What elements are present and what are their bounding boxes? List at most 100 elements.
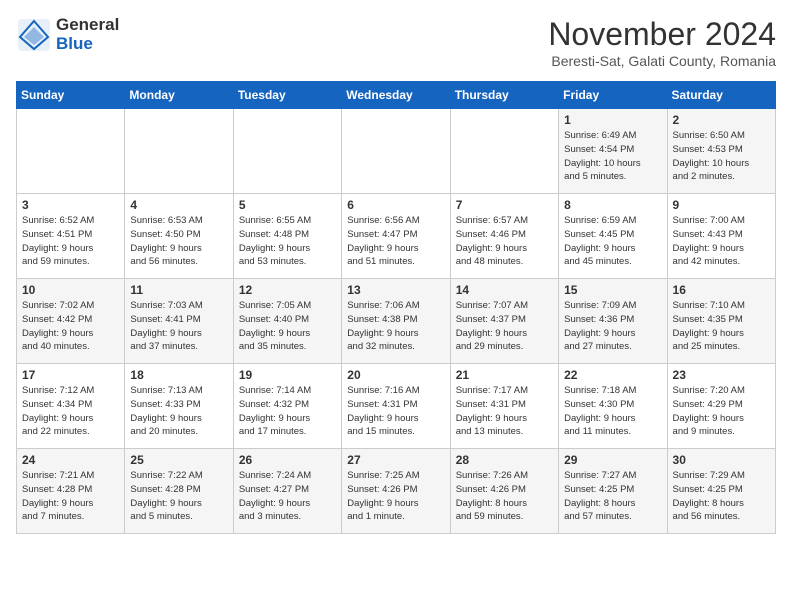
calendar-cell: 7 Sunrise: 6:57 AM Sunset: 4:46 PM Daylig… xyxy=(450,194,558,279)
calendar-cell: 21 Sunrise: 7:17 AM Sunset: 4:31 PM Dayli… xyxy=(450,364,558,449)
day-number: 11 xyxy=(130,283,227,297)
calendar-cell: 27 Sunrise: 7:25 AM Sunset: 4:26 PM Dayli… xyxy=(342,449,450,534)
calendar-header-row: SundayMondayTuesdayWednesdayThursdayFrid… xyxy=(17,82,776,109)
day-info: Sunrise: 7:17 AM Sunset: 4:31 PM Dayligh… xyxy=(456,384,553,439)
calendar-cell: 20Sunrise: 7:16 AM Sunset: 4:31 PM Dayli… xyxy=(342,364,450,449)
day-info: Sunrise: 7:22 AM Sunset: 4:28 PM Dayligh… xyxy=(130,469,227,524)
day-info: Sunrise: 7:07 AM Sunset: 4:37 PM Dayligh… xyxy=(456,299,553,354)
day-number: 17 xyxy=(22,368,119,382)
location-subtitle: Beresti-Sat, Galati County, Romania xyxy=(548,53,776,69)
calendar-day-header: Sunday xyxy=(17,82,125,109)
calendar-cell: 5Sunrise: 6:55 AM Sunset: 4:48 PM Daylig… xyxy=(233,194,341,279)
calendar-cell xyxy=(450,109,558,194)
calendar-cell: 1 Sunrise: 6:49 AM Sunset: 4:54 PM Daylig… xyxy=(559,109,667,194)
day-info: Sunrise: 6:56 AM Sunset: 4:47 PM Dayligh… xyxy=(347,214,444,269)
calendar-cell: 8 Sunrise: 6:59 AM Sunset: 4:45 PM Daylig… xyxy=(559,194,667,279)
day-number: 24 xyxy=(22,453,119,467)
day-number: 3 xyxy=(22,198,119,212)
day-number: 21 xyxy=(456,368,553,382)
day-info: Sunrise: 6:59 AM Sunset: 4:45 PM Dayligh… xyxy=(564,214,661,269)
day-number: 12 xyxy=(239,283,336,297)
calendar-cell: 24 Sunrise: 7:21 AM Sunset: 4:28 PM Dayli… xyxy=(17,449,125,534)
calendar-cell xyxy=(342,109,450,194)
day-number: 13 xyxy=(347,283,444,297)
day-number: 30 xyxy=(673,453,770,467)
calendar-cell: 16Sunrise: 7:10 AM Sunset: 4:35 PM Dayli… xyxy=(667,279,775,364)
calendar-cell: 25 Sunrise: 7:22 AM Sunset: 4:28 PM Dayli… xyxy=(125,449,233,534)
day-info: Sunrise: 7:27 AM Sunset: 4:25 PM Dayligh… xyxy=(564,469,661,524)
day-info: Sunrise: 7:21 AM Sunset: 4:28 PM Dayligh… xyxy=(22,469,119,524)
calendar-cell: 6 Sunrise: 6:56 AM Sunset: 4:47 PM Daylig… xyxy=(342,194,450,279)
day-info: Sunrise: 7:14 AM Sunset: 4:32 PM Dayligh… xyxy=(239,384,336,439)
day-info: Sunrise: 6:53 AM Sunset: 4:50 PM Dayligh… xyxy=(130,214,227,269)
day-number: 25 xyxy=(130,453,227,467)
calendar-cell xyxy=(233,109,341,194)
day-info: Sunrise: 7:18 AM Sunset: 4:30 PM Dayligh… xyxy=(564,384,661,439)
calendar-cell: 23 Sunrise: 7:20 AM Sunset: 4:29 PM Dayli… xyxy=(667,364,775,449)
day-info: Sunrise: 7:26 AM Sunset: 4:26 PM Dayligh… xyxy=(456,469,553,524)
title-area: November 2024 Beresti-Sat, Galati County… xyxy=(548,16,776,69)
calendar-week-row: 3Sunrise: 6:52 AM Sunset: 4:51 PM Daylig… xyxy=(17,194,776,279)
header: General Blue November 2024 Beresti-Sat, … xyxy=(16,16,776,69)
day-info: Sunrise: 7:00 AM Sunset: 4:43 PM Dayligh… xyxy=(673,214,770,269)
calendar-week-row: 24 Sunrise: 7:21 AM Sunset: 4:28 PM Dayli… xyxy=(17,449,776,534)
calendar-cell: 22 Sunrise: 7:18 AM Sunset: 4:30 PM Dayli… xyxy=(559,364,667,449)
day-info: Sunrise: 7:16 AM Sunset: 4:31 PM Dayligh… xyxy=(347,384,444,439)
day-info: Sunrise: 7:25 AM Sunset: 4:26 PM Dayligh… xyxy=(347,469,444,524)
calendar-cell: 3Sunrise: 6:52 AM Sunset: 4:51 PM Daylig… xyxy=(17,194,125,279)
calendar-cell xyxy=(125,109,233,194)
calendar-week-row: 1 Sunrise: 6:49 AM Sunset: 4:54 PM Daylig… xyxy=(17,109,776,194)
day-number: 4 xyxy=(130,198,227,212)
day-number: 6 xyxy=(347,198,444,212)
day-info: Sunrise: 7:24 AM Sunset: 4:27 PM Dayligh… xyxy=(239,469,336,524)
calendar-cell: 10 Sunrise: 7:02 AM Sunset: 4:42 PM Dayli… xyxy=(17,279,125,364)
day-info: Sunrise: 7:20 AM Sunset: 4:29 PM Dayligh… xyxy=(673,384,770,439)
logo-icon xyxy=(16,17,52,53)
day-info: Sunrise: 7:12 AM Sunset: 4:34 PM Dayligh… xyxy=(22,384,119,439)
day-number: 22 xyxy=(564,368,661,382)
day-info: Sunrise: 7:02 AM Sunset: 4:42 PM Dayligh… xyxy=(22,299,119,354)
day-number: 7 xyxy=(456,198,553,212)
day-info: Sunrise: 7:06 AM Sunset: 4:38 PM Dayligh… xyxy=(347,299,444,354)
calendar-day-header: Saturday xyxy=(667,82,775,109)
calendar-day-header: Thursday xyxy=(450,82,558,109)
day-number: 8 xyxy=(564,198,661,212)
calendar-table: SundayMondayTuesdayWednesdayThursdayFrid… xyxy=(16,81,776,534)
calendar-cell: 19 Sunrise: 7:14 AM Sunset: 4:32 PM Dayli… xyxy=(233,364,341,449)
logo: General Blue xyxy=(16,16,119,53)
day-info: Sunrise: 6:49 AM Sunset: 4:54 PM Dayligh… xyxy=(564,129,661,184)
calendar-cell: 28 Sunrise: 7:26 AM Sunset: 4:26 PM Dayli… xyxy=(450,449,558,534)
calendar-cell: 11 Sunrise: 7:03 AM Sunset: 4:41 PM Dayli… xyxy=(125,279,233,364)
calendar-cell xyxy=(17,109,125,194)
calendar-cell: 17 Sunrise: 7:12 AM Sunset: 4:34 PM Dayli… xyxy=(17,364,125,449)
calendar-day-header: Tuesday xyxy=(233,82,341,109)
day-number: 28 xyxy=(456,453,553,467)
logo-general: General xyxy=(56,16,119,35)
day-number: 1 xyxy=(564,113,661,127)
day-number: 15 xyxy=(564,283,661,297)
day-number: 14 xyxy=(456,283,553,297)
day-number: 23 xyxy=(673,368,770,382)
day-number: 5 xyxy=(239,198,336,212)
calendar-day-header: Friday xyxy=(559,82,667,109)
day-info: Sunrise: 6:57 AM Sunset: 4:46 PM Dayligh… xyxy=(456,214,553,269)
calendar-week-row: 17 Sunrise: 7:12 AM Sunset: 4:34 PM Dayli… xyxy=(17,364,776,449)
calendar-cell: 4 Sunrise: 6:53 AM Sunset: 4:50 PM Daylig… xyxy=(125,194,233,279)
day-info: Sunrise: 7:29 AM Sunset: 4:25 PM Dayligh… xyxy=(673,469,770,524)
calendar-week-row: 10 Sunrise: 7:02 AM Sunset: 4:42 PM Dayli… xyxy=(17,279,776,364)
calendar-cell: 2Sunrise: 6:50 AM Sunset: 4:53 PM Daylig… xyxy=(667,109,775,194)
calendar-cell: 15Sunrise: 7:09 AM Sunset: 4:36 PM Dayli… xyxy=(559,279,667,364)
day-info: Sunrise: 7:05 AM Sunset: 4:40 PM Dayligh… xyxy=(239,299,336,354)
logo-text: General Blue xyxy=(56,16,119,53)
calendar-cell: 18 Sunrise: 7:13 AM Sunset: 4:33 PM Dayli… xyxy=(125,364,233,449)
day-number: 27 xyxy=(347,453,444,467)
day-number: 29 xyxy=(564,453,661,467)
day-info: Sunrise: 7:13 AM Sunset: 4:33 PM Dayligh… xyxy=(130,384,227,439)
day-number: 19 xyxy=(239,368,336,382)
day-info: Sunrise: 7:03 AM Sunset: 4:41 PM Dayligh… xyxy=(130,299,227,354)
day-info: Sunrise: 7:10 AM Sunset: 4:35 PM Dayligh… xyxy=(673,299,770,354)
day-number: 10 xyxy=(22,283,119,297)
day-number: 18 xyxy=(130,368,227,382)
calendar-cell: 30 Sunrise: 7:29 AM Sunset: 4:25 PM Dayli… xyxy=(667,449,775,534)
calendar-day-header: Wednesday xyxy=(342,82,450,109)
